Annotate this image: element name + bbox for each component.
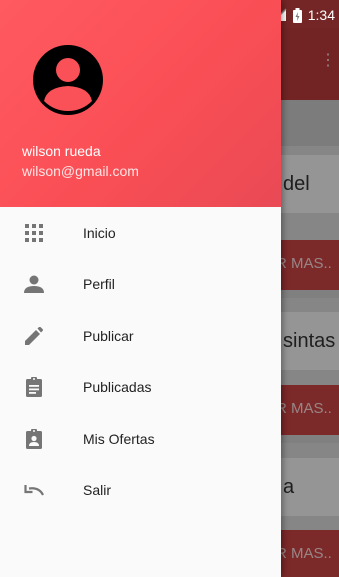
menu-item-perfil[interactable]: Perfil bbox=[0, 259, 281, 311]
undo-icon bbox=[22, 478, 46, 502]
battery-icon bbox=[292, 7, 302, 23]
screen: ⋮ del R MAS.. sintas R MAS.. a R MAS.. 1… bbox=[0, 0, 339, 577]
apps-grid-icon bbox=[22, 221, 46, 245]
account-circle-icon[interactable] bbox=[33, 45, 103, 115]
navigation-drawer: wilson rueda wilson@gmail.com Inicio Per… bbox=[0, 0, 281, 577]
user-email: wilson@gmail.com bbox=[22, 163, 139, 179]
menu-item-mis-ofertas[interactable]: Mis Ofertas bbox=[0, 413, 281, 465]
menu-item-label: Publicadas bbox=[83, 379, 152, 396]
pencil-icon bbox=[22, 324, 46, 348]
menu-item-inicio[interactable]: Inicio bbox=[0, 207, 281, 259]
menu-item-label: Inicio bbox=[83, 224, 116, 241]
status-time: 1:34 bbox=[307, 7, 335, 23]
menu-item-label: Mis Ofertas bbox=[83, 430, 155, 447]
menu-item-label: Salir bbox=[83, 482, 112, 499]
menu-item-label: Publicar bbox=[83, 327, 134, 344]
menu-item-label: Perfil bbox=[83, 276, 115, 293]
drawer-header: wilson rueda wilson@gmail.com bbox=[0, 0, 281, 207]
clipboard-account-icon bbox=[22, 427, 46, 451]
drawer-menu: Inicio Perfil Publicar Publicadas Mis Of… bbox=[0, 207, 281, 516]
person-icon bbox=[22, 272, 46, 296]
user-name: wilson rueda bbox=[22, 143, 101, 159]
menu-item-publicar[interactable]: Publicar bbox=[0, 310, 281, 362]
menu-item-salir[interactable]: Salir bbox=[0, 465, 281, 517]
menu-item-publicadas[interactable]: Publicadas bbox=[0, 362, 281, 414]
clipboard-icon bbox=[22, 375, 46, 399]
